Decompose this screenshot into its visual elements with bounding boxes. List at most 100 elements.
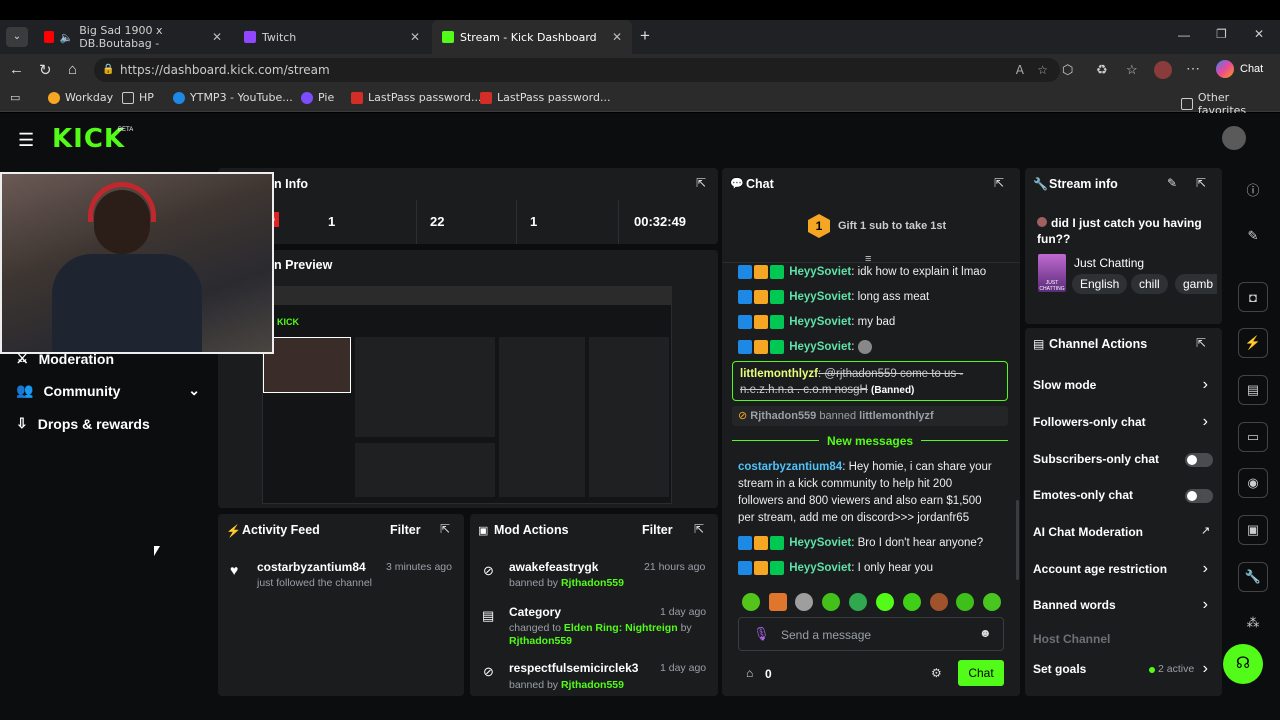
user-avatar[interactable] (1222, 126, 1246, 150)
chat-send-button[interactable]: Chat (958, 660, 1004, 686)
minimize-button[interactable]: — (1178, 28, 1190, 42)
set-goals-row[interactable]: Set goals 2 active › (1025, 660, 1222, 680)
emote-icon[interactable] (769, 593, 787, 611)
chevron-right-icon[interactable]: › (1203, 376, 1208, 394)
chat-message[interactable]: HeyySoviet: (738, 340, 874, 354)
filter-button[interactable]: Filter (390, 523, 421, 537)
reading-list-icon[interactable]: ▭ (10, 91, 20, 104)
extension-icon[interactable]: ♻ (1096, 62, 1108, 78)
popout-icon[interactable]: ⇱ (440, 522, 450, 536)
subscribers-only-row[interactable]: Subscribers-only chat (1025, 450, 1222, 470)
popout-icon[interactable]: ⇱ (1196, 336, 1206, 350)
hamburger-menu-icon[interactable]: ☰ (18, 130, 34, 151)
chat-scrollbar[interactable] (1016, 500, 1019, 580)
fav-ytmp3[interactable]: YTMP3 - YouTube... (173, 91, 293, 104)
tag-chip[interactable]: chill (1131, 274, 1168, 294)
popout-icon[interactable]: ⇱ (696, 176, 706, 190)
ban-actor[interactable]: Rjthadon559 (750, 410, 816, 422)
ai-moderation-row[interactable]: AI Chat Moderation ↗ (1025, 523, 1222, 543)
chevron-right-icon[interactable]: › (1203, 560, 1208, 578)
emote-icon[interactable] (930, 593, 948, 611)
nav-drops[interactable]: ⇩ Drops & rewards (16, 415, 150, 432)
emotes-only-toggle[interactable] (1185, 489, 1213, 503)
chat-message[interactable]: HeyySoviet: long ass meat (738, 290, 929, 304)
chat-bubble-icon[interactable]: ▭ (1238, 422, 1268, 452)
emotes-only-row[interactable]: Emotes-only chat (1025, 486, 1222, 506)
chat-message[interactable]: HeyySoviet: idk how to explain it lmao (738, 265, 986, 279)
microphone-icon[interactable]: 🎙 (753, 626, 770, 642)
close-icon[interactable]: ✕ (212, 30, 222, 44)
fav-lastpass-2[interactable]: LastPass password... (480, 91, 610, 104)
reload-icon[interactable]: ↻ (39, 61, 52, 79)
ban-target[interactable]: littlemonthlyzf (859, 410, 934, 422)
chat-input[interactable]: 🎙 Send a message ☻ (738, 617, 1004, 651)
close-icon[interactable]: ✕ (410, 30, 420, 44)
mod-category-value[interactable]: Elden Ring: Nightreign (564, 622, 678, 634)
chat-message[interactable]: HeyySoviet: my bad (738, 315, 895, 329)
chat-username[interactable]: costarbyzantium84 (738, 461, 842, 473)
extensions-icon[interactable]: ⬡ (1062, 62, 1073, 78)
chat-message[interactable]: HeyySoviet: Bro I don't hear anyone? (738, 536, 983, 550)
tab-youtube[interactable]: 🔈 Big Sad 1900 x DB.Boutabag - ✕ (34, 20, 232, 54)
home-icon[interactable]: ⌂ (68, 61, 77, 78)
emote-icon[interactable] (876, 593, 894, 611)
apps-icon[interactable]: ⁂ (1238, 608, 1268, 638)
document-icon[interactable]: ▤ (1238, 375, 1268, 405)
lightning-icon[interactable]: ⚡ (1238, 328, 1268, 358)
favorites-icon[interactable]: ☆ (1126, 62, 1138, 78)
chat-settings-icon[interactable]: ⚙ (931, 666, 942, 680)
category-name[interactable]: Just Chatting (1074, 256, 1144, 270)
chevron-right-icon[interactable]: › (1203, 413, 1208, 431)
tab-list-button[interactable]: ⌄ (6, 27, 28, 47)
points-icon[interactable]: ⌂ (746, 666, 753, 680)
info-icon[interactable]: ⓘ (1238, 174, 1268, 204)
tools-icon[interactable]: 🔧 (1238, 562, 1268, 592)
nav-moderation[interactable]: ⚔ Moderation (16, 350, 114, 367)
tab-twitch[interactable]: Twitch ✕ (234, 20, 430, 54)
screenshot-icon[interactable]: ◘ (1238, 282, 1268, 312)
address-bar[interactable]: 🔒 https://dashboard.kick.com/stream A ☆ (94, 58, 1060, 82)
tag-chip[interactable]: English (1072, 274, 1128, 294)
more-menu-icon[interactable]: ⋯ (1186, 60, 1200, 77)
chat-username[interactable]: HeyySoviet (789, 537, 851, 549)
tab-kick-dashboard[interactable]: Stream - Kick Dashboard ✕ (432, 20, 632, 54)
mod-actor[interactable]: Rjthadon559 (509, 635, 572, 647)
gift-sub-banner[interactable]: 1 Gift 1 sub to take 1st (808, 214, 946, 238)
tag-chip[interactable]: gamb (1175, 274, 1218, 294)
emote-icon[interactable] (742, 593, 760, 611)
chat-username[interactable]: HeyySoviet (789, 316, 851, 328)
subscribers-only-toggle[interactable] (1185, 453, 1213, 467)
stream-preview-video[interactable]: KICK (262, 286, 672, 504)
fav-hp[interactable]: HP (122, 91, 154, 104)
kick-logo[interactable]: KICK (52, 124, 125, 154)
chat-username[interactable]: HeyySoviet (789, 562, 851, 574)
banned-words-row[interactable]: Banned words › (1025, 596, 1222, 616)
external-link-icon[interactable]: ↗ (1201, 524, 1210, 537)
emote-icon[interactable] (795, 593, 813, 611)
nav-community[interactable]: 👥 Community ⌄ (16, 382, 200, 399)
edit-stream-icon[interactable]: ✎ (1238, 221, 1268, 251)
emote-icon[interactable] (822, 593, 840, 611)
slow-mode-row[interactable]: Slow mode › (1025, 376, 1222, 396)
emoji-picker-icon[interactable]: ☻ (979, 626, 992, 640)
profile-avatar[interactable] (1154, 61, 1172, 79)
pinned-toggle-icon[interactable]: ≡ (865, 253, 871, 265)
close-window-button[interactable]: ✕ (1254, 27, 1264, 41)
fav-workday[interactable]: Workday (48, 91, 113, 104)
emote-icon[interactable] (983, 593, 1001, 611)
popout-icon[interactable]: ⇱ (994, 176, 1004, 190)
popout-icon[interactable]: ⇱ (694, 522, 704, 536)
chevron-down-icon[interactable]: ⌄ (188, 382, 200, 399)
popout-icon[interactable]: ⇱ (1196, 176, 1206, 190)
banned-message[interactable]: littlemonthlyzf: @rjthadon559 come to us… (732, 361, 1008, 401)
restore-button[interactable]: ❐ (1216, 27, 1227, 41)
fav-lastpass-1[interactable]: LastPass password... (351, 91, 481, 104)
emote-icon[interactable] (849, 593, 867, 611)
favorite-star-icon[interactable]: ☆ (1037, 58, 1048, 82)
chat-username[interactable]: HeyySoviet (789, 291, 851, 303)
back-icon[interactable]: ← (9, 61, 24, 78)
broadcast-icon[interactable]: ◉ (1238, 468, 1268, 498)
chat-message[interactable]: costarbyzantium84: Hey homie, i can shar… (738, 459, 1008, 527)
read-aloud-icon[interactable]: A (1016, 58, 1024, 82)
followers-only-row[interactable]: Followers-only chat › (1025, 413, 1222, 433)
